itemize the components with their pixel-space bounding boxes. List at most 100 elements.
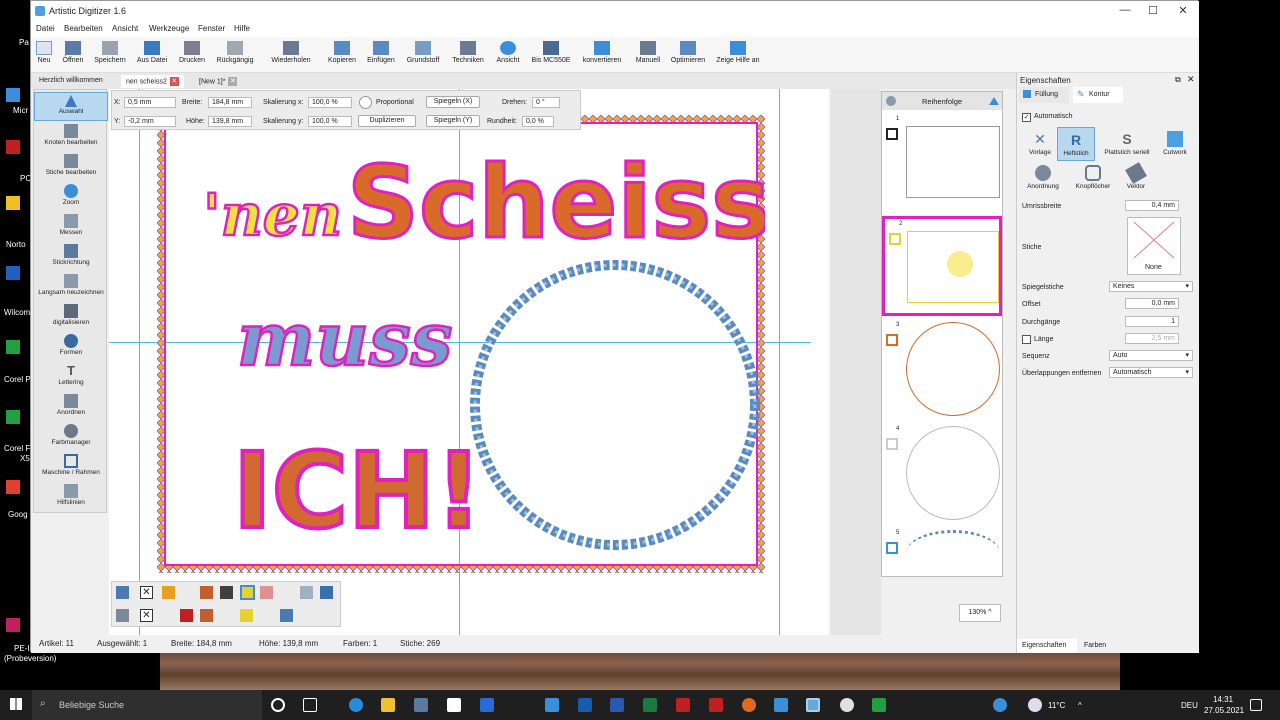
sequence-item-1[interactable] [906,126,1000,198]
color-swatch[interactable] [260,586,273,599]
app-icon[interactable] [6,618,20,632]
fabric-button[interactable]: Grundstoff [405,41,441,64]
help-button[interactable]: Zeige Hilfe an [715,41,761,64]
tool-hilfslinien[interactable]: Hilfslinien [34,482,108,511]
umrissbreite-field[interactable]: 0,4 mm [1125,200,1179,211]
clock-time[interactable]: 14:31 [1213,695,1233,704]
new-button[interactable]: Neu [35,41,53,64]
import-button[interactable]: Aus Datei [135,41,169,64]
tool-heftstich[interactable]: R Heftstich [1057,127,1095,161]
laenge-field[interactable]: 2,5 mm [1125,333,1179,344]
durchgaenge-field[interactable]: 1 [1125,316,1179,327]
menu-werkzeuge[interactable]: Werkzeuge [149,24,189,33]
close-tab-icon[interactable]: ✕ [169,77,179,86]
tab-fuellung[interactable]: Füllung [1019,87,1069,103]
tool-cutwork[interactable]: Cutwork [1159,131,1191,156]
techniques-button[interactable]: Techniken [450,41,486,64]
menu-datei[interactable]: Datei [36,24,55,33]
text-nen[interactable]: 'nen [202,180,344,251]
windows-start-icon[interactable] [10,698,22,710]
minimize-button[interactable]: — [1115,4,1135,16]
clock-date[interactable]: 27.05.2021 [1204,706,1244,715]
close-tab-icon[interactable]: ✕ [228,77,238,86]
edge-icon[interactable] [349,698,363,712]
desktop-label[interactable]: Goog [8,510,28,519]
app-icon[interactable] [872,698,886,712]
text-ich[interactable]: ICH! [231,428,485,554]
tool-langsam[interactable]: Langsam neuzeichnen [34,272,108,301]
desktop-label[interactable]: Micr [13,106,28,115]
sequenz-select[interactable]: Auto [1109,350,1193,361]
text-scheiss[interactable]: Scheiss [346,143,766,263]
outlook-icon[interactable] [578,698,592,712]
menu-fenster[interactable]: Fenster [198,24,225,33]
tab-welcome[interactable]: Herzlich willkommen [34,75,108,88]
scale-y-field[interactable]: 100,0 % [308,116,352,127]
tab-kontur[interactable]: ✎ Kontur [1073,87,1123,103]
color-swatch[interactable] [200,609,213,622]
tool-stickrichtung[interactable]: Stickrichtung [34,242,108,271]
tool-maschine[interactable]: Maschine / Rahmen [34,452,108,481]
app-icon[interactable] [676,698,690,712]
desktop-label[interactable]: Corel P [4,375,31,384]
pdf-icon[interactable] [709,698,723,712]
bottom-tab-eigenschaften[interactable]: Eigenschaften [1017,639,1077,653]
rotate-field[interactable]: 0 ° [532,97,560,108]
taskbar-search[interactable]: ⌕ Beliebige Suche [32,690,262,720]
redo-button[interactable]: Wiederholen [268,41,314,64]
close-button[interactable]: ✕ [1173,4,1193,17]
spiegelstiche-select[interactable]: Keines [1109,281,1193,292]
save-button[interactable]: Speichern [93,41,127,64]
store-icon[interactable] [414,698,428,712]
bottom-tab-farben[interactable]: Farben [1079,639,1119,653]
weather-temp[interactable]: 11°C [1048,701,1065,710]
desktop-label[interactable]: Norto [6,240,26,249]
automatisch-checkbox[interactable]: ✓ [1022,113,1031,122]
tool-farbmanager[interactable]: Farbmanager [34,422,108,451]
tool-knoten[interactable]: Knoten bearbeiten [34,122,108,151]
sequence-item-4[interactable] [906,426,1000,520]
tool-vektor[interactable]: Vektor [1121,162,1151,190]
optimize-button[interactable]: Optimieren [669,41,707,64]
color-swatch[interactable] [300,586,313,599]
manual-button[interactable]: Manuell [631,41,665,64]
paste-button[interactable]: Einfügen [366,41,396,64]
weather-icon[interactable] [1028,698,1042,712]
tool-plattstich[interactable]: S Plattstich seriell [1099,131,1155,156]
duplicate-button[interactable]: Duplizieren [358,115,416,127]
desktop-label[interactable]: X5 [20,454,30,463]
app-icon[interactable] [6,480,20,494]
desktop-label[interactable]: Wilcom [4,308,30,317]
laenge-checkbox[interactable] [1022,335,1031,344]
open-button[interactable]: Öffnen [59,41,87,64]
app-icon[interactable] [6,410,20,424]
embroidery-design[interactable]: 'nen Scheiss muss ICH! [157,115,765,573]
color-swatch[interactable] [240,609,253,622]
close-panel-icon[interactable]: ✕ [1187,74,1195,85]
sequence-item-5[interactable] [906,530,1000,576]
tool-lettering[interactable]: T Lettering [34,362,108,391]
tool-digitalisieren[interactable]: digitalisieren [34,302,108,331]
tool-stiche[interactable]: Stiche bearbeiten [34,152,108,181]
mirror-y-button[interactable]: Spiegeln (Y) [426,115,480,127]
cortana-icon[interactable] [271,698,285,712]
app-icon[interactable] [6,266,20,280]
desktop-label[interactable]: Corel F [4,444,30,453]
menu-hilfe[interactable]: Hilfe [234,24,250,33]
breite-field[interactable]: 184,8 mm [208,97,252,108]
copy-button[interactable]: Kopieren [326,41,358,64]
pencil-icon[interactable] [116,586,129,599]
desktop-label[interactable]: PE-I [14,644,30,653]
app-icon[interactable] [840,698,854,712]
desktop-label[interactable]: (Probeversion) [4,654,56,663]
menu-ansicht[interactable]: Ansicht [112,24,138,33]
tool-knopfloecher[interactable]: Knopflöcher [1071,165,1115,190]
scale-x-field[interactable]: 100,0 % [308,97,352,108]
hoehe-field[interactable]: 139,8 mm [208,116,252,127]
word-icon[interactable] [610,698,624,712]
color-swatch[interactable] [280,609,293,622]
color-swatch[interactable] [320,586,333,599]
tool-anordnen[interactable]: Anordnen [34,392,108,421]
proportional-toggle[interactable] [359,96,372,109]
desktop-label[interactable]: Pa [19,38,29,47]
